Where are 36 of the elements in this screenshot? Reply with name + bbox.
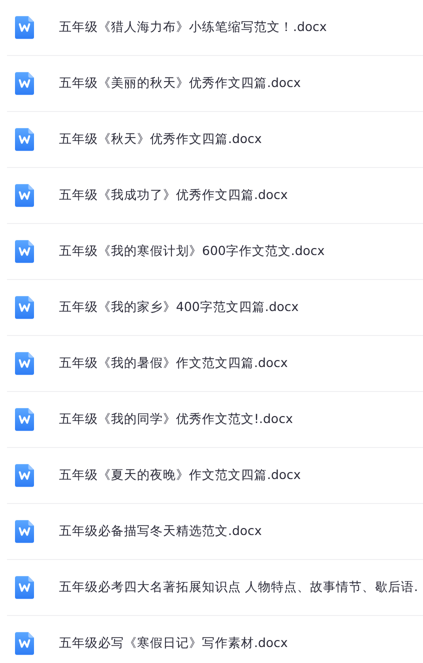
word-document-icon	[15, 576, 34, 599]
word-document-icon	[15, 296, 34, 319]
word-document-icon	[15, 72, 34, 95]
word-document-icon	[15, 520, 34, 543]
file-row[interactable]: 五年级《秋天》优秀作文四篇.docx	[7, 112, 423, 168]
file-name: 五年级《我的寒假计划》600字作文范文.docx	[59, 243, 325, 260]
word-document-icon	[15, 16, 34, 39]
file-row[interactable]: 五年级《猎人海力布》小练笔缩写范文！.docx	[7, 0, 423, 56]
file-name: 五年级必写《寒假日记》写作素材.docx	[59, 635, 288, 652]
file-name: 五年级《夏天的夜晚》作文范文四篇.docx	[59, 467, 301, 484]
file-name: 五年级《美丽的秋天》优秀作文四篇.docx	[59, 75, 301, 92]
file-name: 五年级《我成功了》优秀作文四篇.docx	[59, 187, 288, 204]
file-row[interactable]: 五年级必考四大名著拓展知识点 人物特点、故事情节、歇后语.	[7, 560, 423, 616]
file-row[interactable]: 五年级《美丽的秋天》优秀作文四篇.docx	[7, 56, 423, 112]
file-row[interactable]: 五年级必备描写冬天精选范文.docx	[7, 504, 423, 560]
word-document-icon	[15, 632, 34, 655]
file-name: 五年级必备描写冬天精选范文.docx	[59, 523, 262, 540]
file-name: 五年级《我的暑假》作文范文四篇.docx	[59, 355, 288, 372]
file-name: 五年级必考四大名著拓展知识点 人物特点、故事情节、歇后语.	[59, 579, 418, 596]
file-row[interactable]: 五年级《我的家乡》400字范文四篇.docx	[7, 280, 423, 336]
file-row[interactable]: 五年级《我的寒假计划》600字作文范文.docx	[7, 224, 423, 280]
word-document-icon	[15, 184, 34, 207]
file-name: 五年级《我的同学》优秀作文范文!.docx	[59, 411, 293, 428]
word-document-icon	[15, 128, 34, 151]
word-document-icon	[15, 464, 34, 487]
file-name: 五年级《秋天》优秀作文四篇.docx	[59, 131, 262, 148]
file-row[interactable]: 五年级《我的暑假》作文范文四篇.docx	[7, 336, 423, 392]
word-document-icon	[15, 408, 34, 431]
word-document-icon	[15, 352, 34, 375]
file-row[interactable]: 五年级必写《寒假日记》写作素材.docx	[7, 616, 423, 663]
file-row[interactable]: 五年级《夏天的夜晚》作文范文四篇.docx	[7, 448, 423, 504]
file-name: 五年级《猎人海力布》小练笔缩写范文！.docx	[59, 19, 327, 36]
word-document-icon	[15, 240, 34, 263]
file-name: 五年级《我的家乡》400字范文四篇.docx	[59, 299, 299, 316]
file-row[interactable]: 五年级《我成功了》优秀作文四篇.docx	[7, 168, 423, 224]
file-row[interactable]: 五年级《我的同学》优秀作文范文!.docx	[7, 392, 423, 448]
